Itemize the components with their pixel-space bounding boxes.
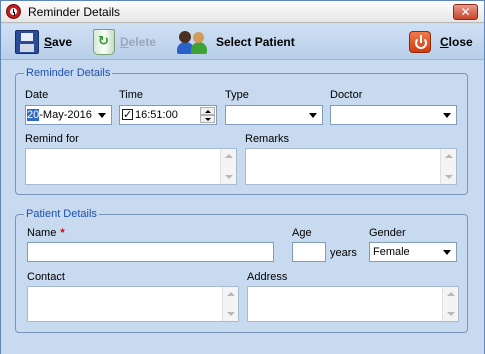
- floppy-disk-icon: [15, 30, 39, 54]
- power-icon: [409, 31, 431, 53]
- toolbar: Save Delete Select Patient Close: [1, 24, 484, 60]
- type-label: Type: [225, 89, 249, 101]
- date-rest: -May-2016: [39, 109, 92, 121]
- scrollbar[interactable]: [442, 287, 458, 321]
- select-patient-button[interactable]: Select Patient: [177, 26, 295, 58]
- time-value: 16:51:00: [135, 109, 178, 121]
- age-unit-label: years: [330, 247, 357, 259]
- chevron-down-icon[interactable]: [440, 107, 455, 123]
- gender-value: Female: [373, 246, 410, 258]
- select-patient-label: Select Patient: [216, 35, 295, 49]
- spin-up-icon[interactable]: [200, 107, 215, 115]
- contact-label: Contact: [27, 271, 65, 283]
- doctor-dropdown[interactable]: [330, 105, 457, 125]
- time-spinner[interactable]: [200, 107, 215, 123]
- close-label-mnemonic: C: [440, 35, 449, 49]
- remind-for-textarea[interactable]: [25, 148, 237, 185]
- people-icon: [177, 29, 211, 55]
- date-picker[interactable]: 20-May-2016: [25, 105, 112, 125]
- delete-button[interactable]: Delete: [93, 26, 156, 58]
- recycle-bin-icon: [93, 29, 115, 55]
- save-label: ave: [52, 35, 73, 49]
- remarks-textarea[interactable]: [245, 148, 457, 185]
- gender-label: Gender: [369, 227, 406, 239]
- type-dropdown[interactable]: [225, 105, 323, 125]
- delete-label: elete: [128, 35, 157, 49]
- save-label-mnemonic: S: [44, 35, 53, 49]
- address-label: Address: [247, 271, 288, 283]
- delete-label-mnemonic: D: [120, 35, 129, 49]
- scrollbar[interactable]: [220, 149, 236, 184]
- address-textarea[interactable]: [247, 286, 459, 322]
- gender-dropdown[interactable]: Female: [369, 242, 457, 262]
- chevron-down-icon[interactable]: [95, 107, 110, 123]
- scrollbar[interactable]: [440, 149, 456, 184]
- close-label: lose: [448, 35, 473, 49]
- chevron-down-icon[interactable]: [440, 244, 455, 260]
- title-bar[interactable]: Reminder Details ✕: [1, 1, 484, 23]
- alarm-clock-icon: [6, 4, 21, 19]
- required-asterisk: *: [60, 227, 65, 239]
- patient-name-input[interactable]: [27, 242, 274, 262]
- doctor-label: Doctor: [330, 89, 363, 101]
- name-label: Name *: [27, 227, 65, 239]
- status-strip: [1, 349, 484, 354]
- age-input[interactable]: [292, 242, 326, 262]
- spin-down-icon[interactable]: [200, 115, 215, 123]
- remarks-label: Remarks: [245, 133, 290, 145]
- time-enable-checkbox[interactable]: [122, 106, 133, 124]
- date-day-segment[interactable]: 20: [27, 109, 40, 121]
- remind-for-label: Remind for: [25, 133, 79, 145]
- close-button[interactable]: Close: [409, 26, 473, 58]
- time-label: Time: [119, 89, 144, 101]
- time-picker[interactable]: 16:51:00: [119, 105, 217, 125]
- age-label: Age: [292, 227, 312, 239]
- date-label: Date: [25, 89, 49, 101]
- window-close-button[interactable]: ✕: [453, 4, 478, 20]
- contact-textarea[interactable]: [27, 286, 239, 322]
- save-button[interactable]: Save: [15, 26, 72, 58]
- name-label-text: Name: [27, 227, 57, 239]
- chevron-down-icon[interactable]: [306, 107, 321, 123]
- window-title: Reminder Details: [28, 5, 121, 19]
- scrollbar[interactable]: [222, 287, 238, 321]
- reminder-details-legend: Reminder Details: [26, 67, 111, 79]
- reminder-details-window: Reminder Details ✕ Save Delete Select Pa…: [0, 0, 485, 354]
- patient-details-legend: Patient Details: [26, 208, 97, 220]
